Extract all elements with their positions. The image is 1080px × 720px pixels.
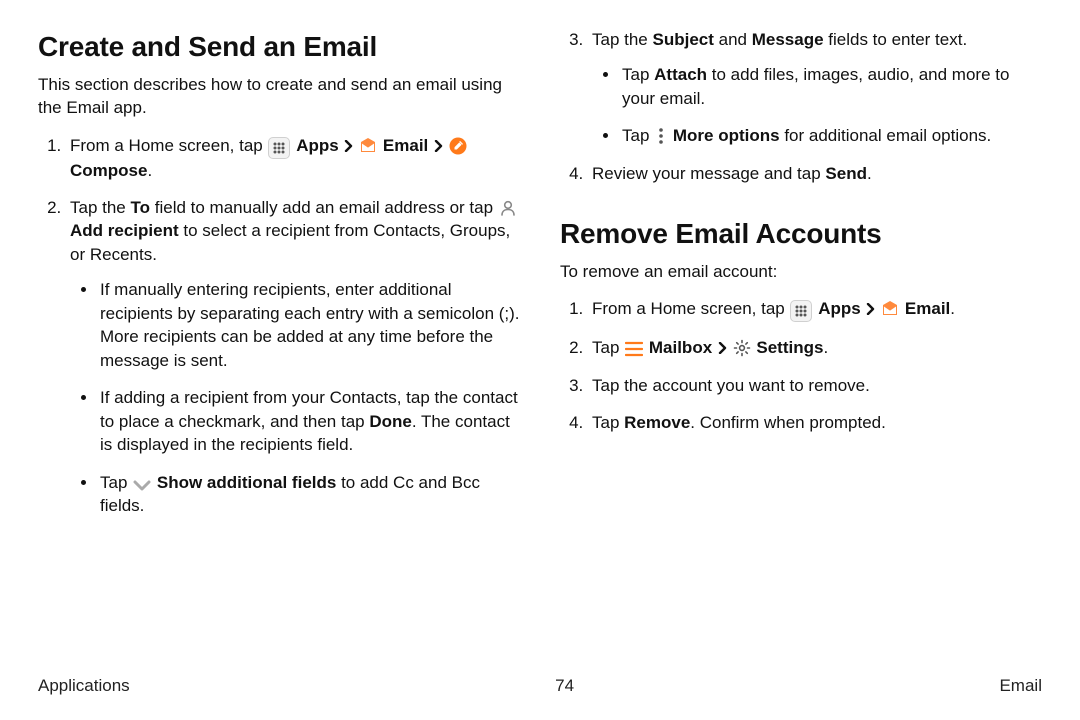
r2-settings: Settings: [756, 338, 823, 357]
r1-apps: Apps: [818, 299, 861, 318]
chevron-right-icon: [343, 140, 353, 152]
intro-remove-accounts: To remove an email account:: [560, 260, 1042, 283]
settings-gear-icon: [733, 339, 751, 357]
apps-icon: [790, 300, 812, 322]
step2-bullet-2: If adding a recipient from your Contacts…: [98, 386, 520, 456]
step2-text-b: field to manually add an email address o…: [150, 198, 498, 217]
step2-bullet3-a: Tap: [100, 473, 132, 492]
step-3: Tap the Subject and Message fields to en…: [588, 28, 1042, 148]
r2-mailbox: Mailbox: [649, 338, 712, 357]
step-4: Review your message and tap Send.: [588, 162, 1042, 185]
step1-compose-label: Compose: [70, 161, 147, 180]
add-recipient-icon: [499, 199, 517, 217]
remove-step-4: Tap Remove. Confirm when prompted.: [588, 411, 1042, 434]
remove-step-1: From a Home screen, tap Apps: [588, 297, 1042, 322]
step4-b: .: [867, 164, 872, 183]
steps-create-send: From a Home screen, tap Apps: [38, 134, 520, 518]
r4-a: Tap: [592, 413, 624, 432]
step3-b: fields to enter text.: [824, 30, 968, 49]
step-2: Tap the To field to manually add an emai…: [66, 196, 520, 517]
step4-send: Send: [825, 164, 867, 183]
r1-period: .: [950, 299, 955, 318]
intro-create-send: This section describes how to create and…: [38, 73, 520, 120]
heading-remove-accounts: Remove Email Accounts: [560, 215, 1042, 254]
r2-a: Tap: [592, 338, 624, 357]
step3-a: Tap the: [592, 30, 653, 49]
r4-remove: Remove: [624, 413, 690, 432]
steps-create-send-cont: Tap the Subject and Message fields to en…: [560, 28, 1042, 185]
step3-bullet2-a: Tap: [622, 126, 654, 145]
r4-b: . Confirm when prompted.: [690, 413, 886, 432]
step-1: From a Home screen, tap Apps: [66, 134, 520, 182]
step3-bullet2-more: More options: [673, 126, 780, 145]
step3-and: and: [714, 30, 752, 49]
footer-right: Email: [999, 676, 1042, 696]
columns: Create and Send an Email This section de…: [38, 28, 1042, 531]
email-icon: [881, 300, 899, 318]
step3-bullet1-attach: Attach: [654, 65, 707, 84]
more-options-icon: [655, 127, 667, 145]
step3-bullets: Tap Attach to add files, images, audio, …: [592, 63, 1042, 147]
step3-bullet2-b: for additional email options.: [780, 126, 992, 145]
step4-a: Review your message and tap: [592, 164, 825, 183]
step2-bullet3-show: Show additional fields: [157, 473, 336, 492]
remove-step-2: Tap Mailbox: [588, 336, 1042, 359]
step1-email-label: Email: [383, 136, 428, 155]
remove-step-3: Tap the account you want to remove.: [588, 374, 1042, 397]
chevron-down-icon: [133, 476, 151, 494]
step2-bullets: If manually entering recipients, enter a…: [70, 278, 520, 517]
page-footer: Applications 74 Email: [38, 676, 1042, 696]
step3-message: Message: [752, 30, 824, 49]
manual-page: Create and Send an Email This section de…: [0, 0, 1080, 720]
email-icon: [359, 137, 377, 155]
heading-create-send: Create and Send an Email: [38, 28, 520, 67]
step2-add-recipient-label: Add recipient: [70, 221, 179, 240]
step3-bullet-1: Tap Attach to add files, images, audio, …: [620, 63, 1042, 110]
step1-apps-label: Apps: [296, 136, 339, 155]
step2-bullet2-done: Done: [369, 412, 412, 431]
step3-subject: Subject: [653, 30, 714, 49]
r1-email: Email: [905, 299, 950, 318]
chevron-right-icon: [717, 342, 727, 354]
step3-bullet-2: Tap More options for additional email op…: [620, 124, 1042, 147]
footer-page-number: 74: [555, 676, 574, 696]
left-column: Create and Send an Email This section de…: [38, 28, 520, 531]
r1-pre: From a Home screen, tap: [592, 299, 789, 318]
step1-period: .: [147, 161, 152, 180]
chevron-right-icon: [865, 303, 875, 315]
steps-remove: From a Home screen, tap Apps: [560, 297, 1042, 434]
compose-icon: [449, 137, 467, 155]
step3-bullet1-a: Tap: [622, 65, 654, 84]
mailbox-menu-icon: [625, 340, 643, 358]
chevron-right-icon: [433, 140, 443, 152]
step2-bullet-3: Tap Show additional fields to add Cc and…: [98, 471, 520, 518]
step1-text-a: From a Home screen, tap: [70, 136, 267, 155]
step2-to-label: To: [131, 198, 151, 217]
footer-left: Applications: [38, 676, 130, 696]
step2-bullet-1: If manually entering recipients, enter a…: [98, 278, 520, 372]
r2-period: .: [823, 338, 828, 357]
apps-icon: [268, 137, 290, 159]
step2-text-a: Tap the: [70, 198, 131, 217]
right-column: Tap the Subject and Message fields to en…: [560, 28, 1042, 531]
